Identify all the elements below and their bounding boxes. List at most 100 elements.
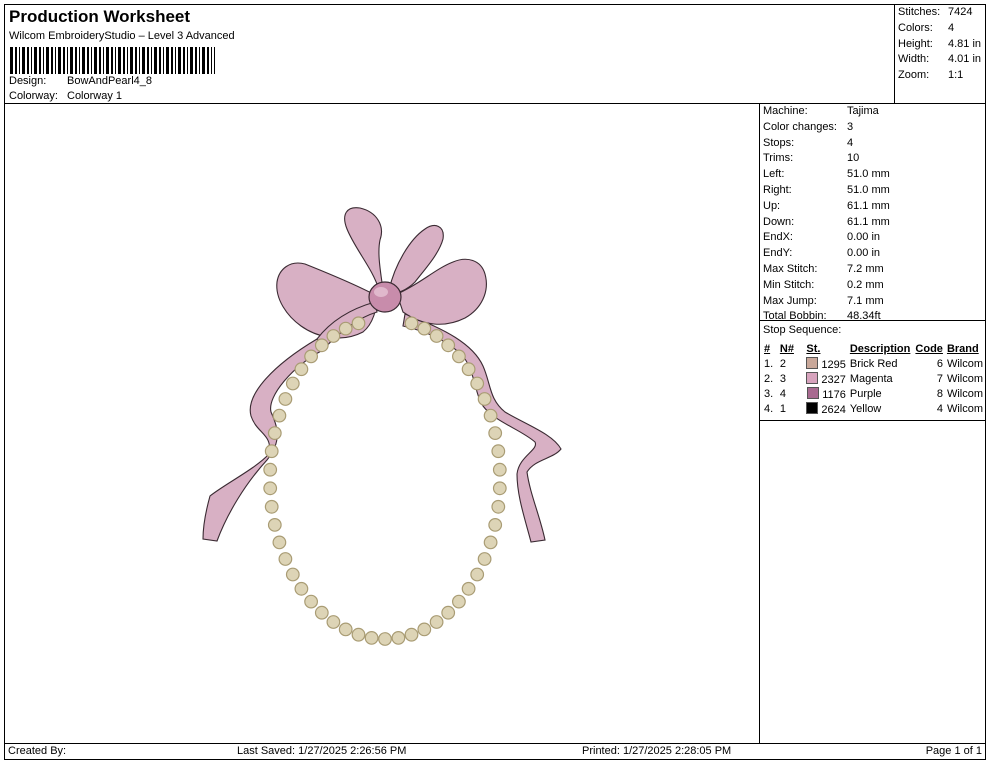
spec-label: Max Stitch: [763, 263, 818, 275]
row-code: 6 [936, 357, 943, 370]
row-code: 4 [936, 402, 943, 415]
col-header-needle: N# [779, 342, 794, 355]
pearl [441, 605, 456, 620]
pearl [477, 392, 492, 406]
spec-row: Left: 51.0 mm [763, 168, 890, 183]
pearl [483, 535, 498, 550]
stat-value: 4 [948, 22, 955, 34]
spec-row: EndY: 0.00 in [763, 247, 880, 262]
row-needle: 3 [779, 372, 786, 385]
pearl [491, 499, 506, 514]
stat-label: Colors: [898, 22, 933, 34]
row-num: 3. [764, 387, 774, 400]
pearl [417, 321, 432, 336]
pearl [441, 338, 456, 353]
pearl [491, 444, 506, 459]
pearl [326, 615, 341, 629]
spec-value: 7.1 mm [847, 294, 884, 307]
row-brand: Wilcom [946, 372, 983, 385]
row-needle: 1 [779, 402, 786, 415]
bow-loop-top-left [344, 207, 384, 291]
pearl [272, 535, 287, 550]
pearl [429, 329, 444, 343]
pearl [492, 481, 507, 496]
row-code: 8 [936, 387, 943, 400]
colorway-value: Colorway 1 [67, 90, 123, 102]
pearl [264, 499, 279, 514]
pearl [294, 581, 309, 596]
design-label: Design: [9, 75, 47, 87]
spec-row: EndX: 0.00 in [763, 231, 880, 246]
col-header-stitches: St. [806, 342, 821, 355]
spec-row: Stops: 4 [763, 137, 853, 152]
stat-label: Stitches: [898, 6, 941, 18]
pearl [378, 632, 392, 646]
stitch-count: 1176 [822, 388, 846, 401]
spec-value: 4 [847, 136, 854, 149]
stat-row: Colors: 4 [898, 22, 954, 34]
row-needle: 4 [779, 387, 786, 400]
spec-label: Min Stitch: [763, 278, 815, 291]
stat-label: Zoom: [898, 69, 930, 81]
spec-label: Max Jump: [763, 294, 817, 307]
pearl [404, 627, 419, 642]
page-title: Production Worksheet [9, 7, 191, 26]
col-header-code: Code [915, 342, 943, 355]
pearl [285, 567, 300, 582]
row-num: 4. [764, 402, 774, 415]
color-swatch [806, 356, 819, 369]
blank-panel [759, 420, 986, 744]
row-stitches: 2624 [804, 401, 847, 416]
pearl [452, 594, 466, 609]
spec-row: Right: 51.0 mm [763, 184, 890, 199]
stitch-count: 1295 [821, 358, 846, 371]
stat-row: Height: 4.81 in [898, 38, 981, 50]
row-stitches: 1295 [804, 356, 847, 371]
spec-row: Max Stitch: 7.2 mm [763, 263, 884, 278]
row-num: 2. [764, 372, 774, 385]
design-row: Design: BowAndPearl4_8 [9, 75, 152, 87]
spec-value: 0.2 mm [847, 278, 884, 291]
pearl [429, 615, 444, 629]
spec-value: 61.1 mm [847, 199, 890, 212]
worksheet-header: Production Worksheet Wilcom EmbroiderySt… [4, 4, 895, 104]
page-number: Page 1 of 1 [925, 745, 982, 757]
row-description: Purple [849, 387, 882, 400]
stop-sequence-panel: Stop Sequence: # N# St. Description Code… [759, 320, 986, 421]
pearl [338, 622, 353, 637]
colorway-label: Colorway: [9, 90, 58, 102]
spec-label: EndX: [763, 231, 793, 244]
pearl [488, 426, 503, 441]
bow-knot-highlight [374, 287, 388, 297]
col-header-brand: Brand [946, 342, 979, 355]
pearl [364, 631, 379, 645]
pearl [314, 605, 329, 620]
pearl [461, 581, 476, 596]
pearl [267, 426, 282, 441]
pearl [452, 349, 466, 364]
pearl [492, 462, 507, 477]
row-description: Magenta [849, 372, 893, 385]
spec-value: 10 [847, 152, 860, 165]
spec-row: Min Stitch: 0.2 mm [763, 279, 884, 294]
color-swatch [807, 386, 820, 399]
pearl [263, 462, 278, 477]
pearl [351, 316, 366, 331]
row-description: Brick Red [849, 357, 898, 370]
stat-value: 4.81 in [948, 38, 982, 50]
design-value: BowAndPearl4_8 [67, 75, 153, 87]
pearl [314, 338, 329, 353]
pearl [351, 627, 366, 642]
pearl [461, 362, 476, 377]
row-num: 1. [764, 357, 774, 370]
pearl [304, 349, 319, 364]
stats-panel: Stitches: 7424 Colors: 4 Height: 4.81 in Wi… [894, 4, 986, 104]
table-row: 3. 4 1176 Purple 8 Wilcom [762, 386, 985, 401]
table-row: 2. 3 2327 Magenta 7 Wilcom [762, 371, 985, 386]
row-stitches: 1176 [804, 386, 847, 401]
spec-value: Tajima [847, 105, 879, 117]
pearl [404, 316, 419, 331]
spec-row: Down: 61.1 mm [763, 216, 890, 231]
created-by: Created By: [8, 745, 67, 757]
software-name: Wilcom EmbroideryStudio – Level 3 Advanc… [9, 30, 235, 42]
